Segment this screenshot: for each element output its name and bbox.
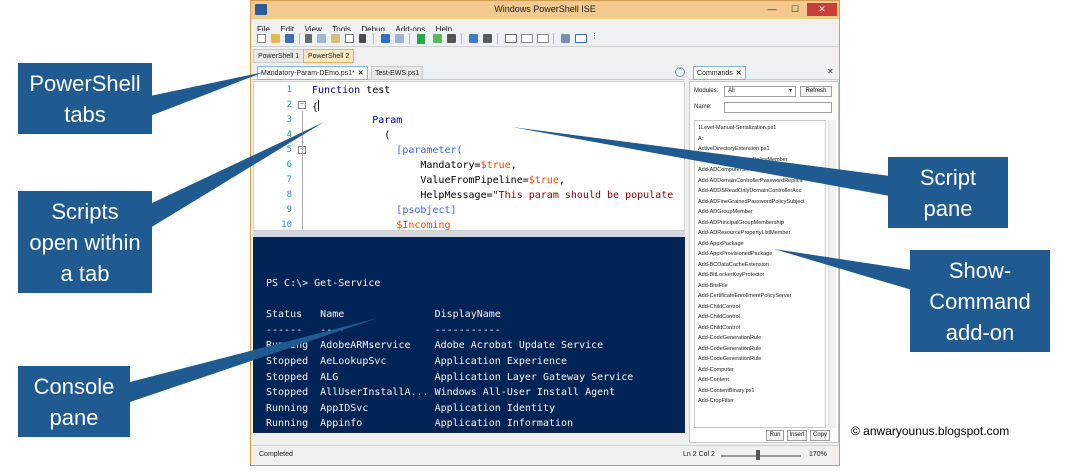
callout-console-pane: Console pane: [18, 366, 130, 437]
pointer-console-pane: [130, 318, 378, 402]
callout-script-pane: Script pane: [888, 157, 1008, 228]
pointer-show-command: [774, 249, 912, 290]
callout-pointers: [130, 72, 912, 402]
callout-show-command: Show- Command add-on: [910, 250, 1050, 352]
pointer-powershell-tabs: [150, 72, 264, 116]
pointer-script-pane: [512, 127, 890, 196]
screenshot-stage: Windows PowerShell ISE — ☐ ✕ File Edit V…: [0, 0, 1065, 475]
copyright-notice: © anwaryounus.blogspot.com: [851, 424, 1010, 438]
callout-scripts-tab: Scripts open within a tab: [18, 191, 152, 293]
callout-powershell-tabs: PowerShell tabs: [18, 63, 152, 134]
pointer-scripts-tab: [150, 122, 324, 228]
